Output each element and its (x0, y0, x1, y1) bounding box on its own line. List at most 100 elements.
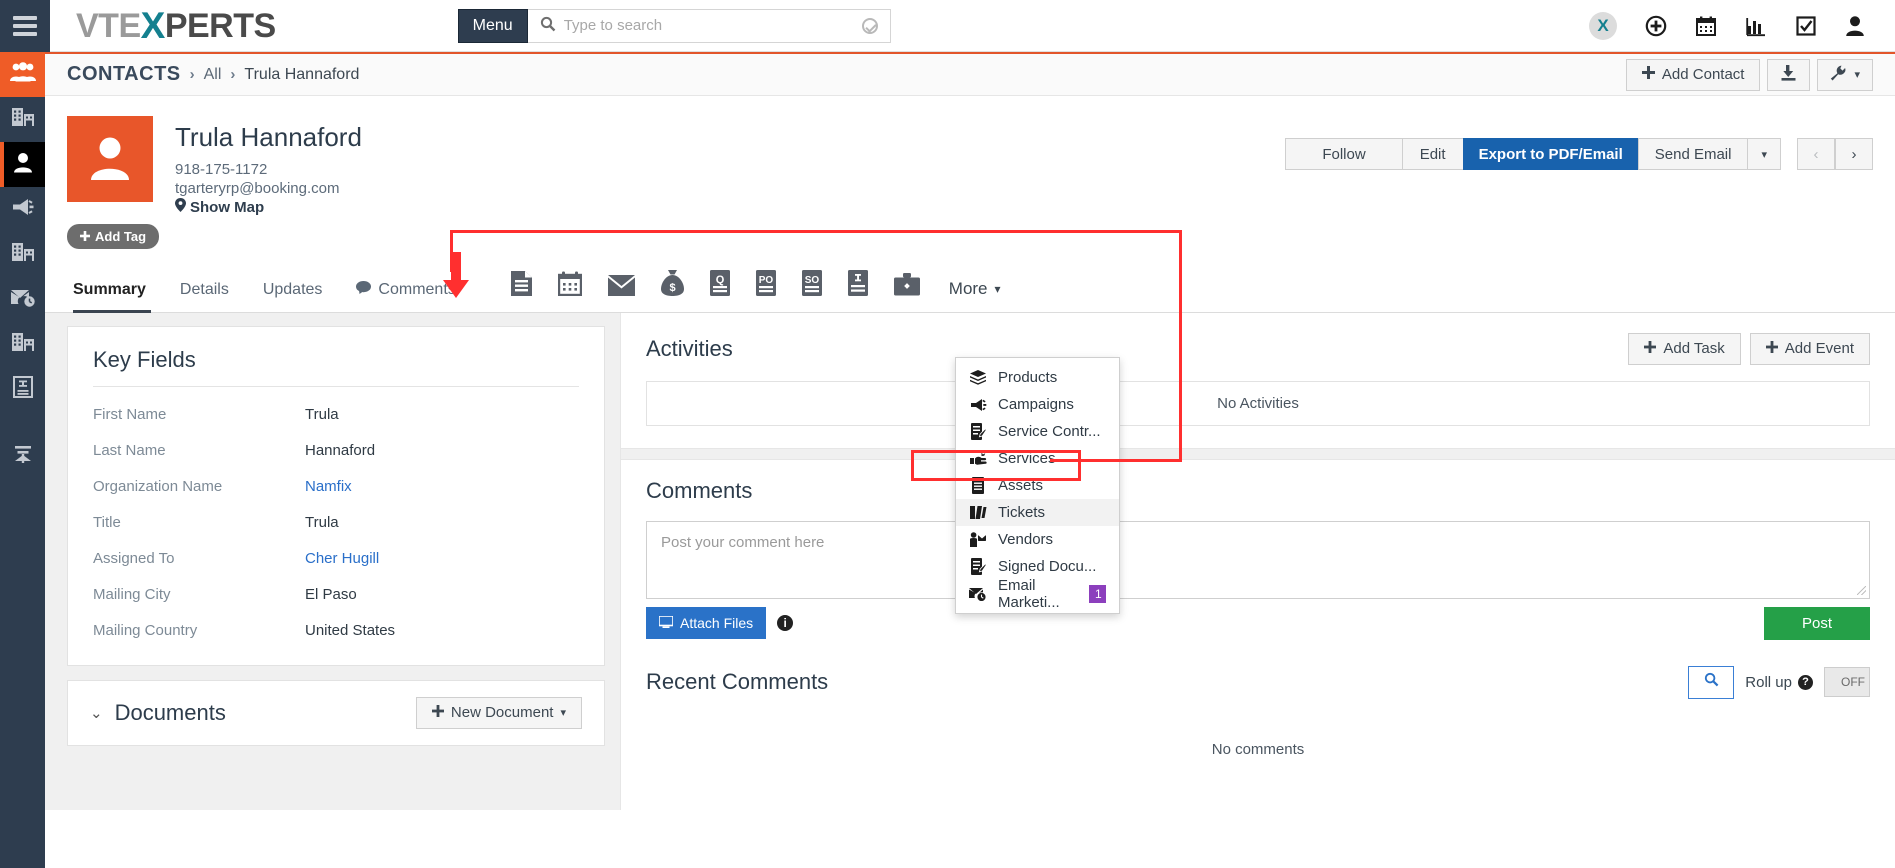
add-task-button[interactable]: Add Task (1628, 332, 1741, 365)
add-event-button[interactable]: Add Event (1749, 332, 1870, 365)
attach-files-button[interactable]: Attach Files (646, 607, 767, 640)
key-fields-title: Key Fields (93, 347, 579, 387)
next-record-button[interactable]: › (1835, 138, 1873, 170)
x-logo-badge-icon[interactable]: X (1589, 11, 1617, 40)
tab-sales-orders-icon-button[interactable]: SO (789, 269, 835, 312)
brand-logo[interactable]: VTE X PERTS (76, 7, 276, 44)
tab-calendar-icon-button[interactable] (545, 271, 595, 312)
follow-button[interactable]: Follow (1285, 138, 1402, 170)
add-tag-button[interactable]: Add Tag (67, 223, 160, 249)
chevron-down-icon: ⌄ (90, 704, 103, 722)
invoice-i-icon (847, 269, 868, 301)
sidebar-item-organizations[interactable] (0, 97, 45, 142)
rollup-label: Roll up (1745, 673, 1792, 691)
menu-item-services[interactable]: Services (956, 445, 1119, 472)
contact-header: Trula Hannaford 918-175-1172 tgarteryrp@… (45, 96, 1895, 218)
breadcrumb-current: Trula Hannaford (244, 65, 360, 83)
rollup-toggle[interactable]: OFF (1824, 667, 1870, 698)
key-field-label: Organization Name (93, 477, 223, 495)
search-clear-icon[interactable] (861, 17, 878, 34)
menu-item-email-marketing[interactable]: Email Marketi... 1 (956, 577, 1119, 611)
import-button[interactable] (1767, 58, 1811, 91)
asset-server-icon (969, 477, 987, 494)
breadcrumb-module[interactable]: CONTACTS (67, 63, 181, 86)
menu-item-assets[interactable]: Assets (956, 472, 1119, 499)
email-clock-icon (10, 287, 36, 312)
tab-email-icon-button[interactable] (595, 274, 648, 312)
wrench-icon (1830, 65, 1847, 85)
menu-item-label: Products (998, 369, 1058, 386)
tab-quotes-icon-button[interactable]: Q (697, 269, 743, 312)
sidebar-item-campaigns[interactable] (0, 187, 45, 232)
show-map-link[interactable]: Show Map (175, 198, 362, 217)
export-pdf-email-button[interactable]: Export to PDF/Email (1462, 138, 1638, 170)
documents-header[interactable]: ⌄ Documents (90, 700, 226, 726)
tab-more-dropdown[interactable]: More ▾ (933, 279, 1009, 312)
plus-circle-icon[interactable] (1645, 15, 1667, 37)
tab-updates[interactable]: Updates (246, 281, 340, 312)
tab-details[interactable]: Details (163, 281, 246, 312)
menu-item-service-contracts[interactable]: Service Contr... (956, 418, 1119, 445)
add-event-label: Add Event (1784, 340, 1854, 358)
settings-dropdown-button[interactable]: ▾ (1817, 58, 1873, 91)
add-contact-label: Add Contact (1661, 66, 1745, 83)
add-contact-button[interactable]: Add Contact (1625, 58, 1761, 91)
previous-record-button[interactable]: ‹ (1797, 138, 1835, 170)
send-email-button[interactable]: Send Email (1637, 138, 1748, 170)
tab-summary[interactable]: Summary (67, 281, 163, 313)
sidebar-item-organizations-2[interactable] (0, 232, 45, 277)
checklist-icon[interactable] (1795, 15, 1817, 37)
sidebar-item-filter[interactable] (0, 434, 45, 479)
more-actions-caret-icon[interactable]: ▾ (1747, 138, 1781, 170)
activities-title: Activities (646, 335, 733, 361)
main-content: CONTACTS › All › Trula Hannaford Add Con… (45, 52, 1895, 868)
search-icon (540, 16, 556, 36)
new-document-button[interactable]: New Document ▾ (415, 696, 582, 729)
sidebar-item-invoices[interactable] (0, 367, 45, 412)
info-icon[interactable]: i (777, 615, 794, 632)
tab-projects-icon-button[interactable] (881, 272, 933, 312)
rollup-label-wrap: Roll up ? (1745, 674, 1813, 691)
sidebar-item-email-scheduled[interactable] (0, 277, 45, 322)
contact-email[interactable]: tgarteryrp@booking.com (175, 179, 362, 198)
tab-comments[interactable]: Comments (339, 280, 472, 312)
briefcase-project-icon (893, 272, 920, 301)
sidebar-item-leads[interactable] (0, 52, 45, 97)
tab-opportunities-icon-button[interactable]: $ (648, 269, 697, 312)
key-field-value: Hannaford (305, 441, 376, 459)
show-map-label: Show Map (190, 199, 265, 217)
menu-item-label: Services (998, 450, 1056, 467)
breadcrumb-separator: › (189, 66, 195, 83)
key-field-label: Mailing Country (93, 621, 198, 639)
key-field-value-link[interactable]: Namfix (305, 478, 352, 495)
tab-invoices-icon-button[interactable] (835, 269, 881, 312)
search-input[interactable] (563, 17, 862, 34)
breadcrumb-view[interactable]: All (204, 66, 222, 84)
sidebar-item-organizations-3[interactable] (0, 322, 45, 367)
menu-item-label: Campaigns (998, 396, 1074, 413)
comment-input[interactable]: Post your comment here (646, 520, 1870, 599)
menu-item-tickets[interactable]: Tickets (956, 499, 1119, 526)
hamburger-menu-button[interactable] (0, 0, 50, 52)
menu-item-vendors[interactable]: Vendors (956, 526, 1119, 553)
contact-phone[interactable]: 918-175-1172 (175, 160, 362, 179)
key-field-value-link[interactable]: Cher Hugill (305, 550, 379, 567)
menu-item-products[interactable]: Products (956, 364, 1119, 391)
help-icon[interactable]: ? (1798, 674, 1813, 690)
search-comments-button[interactable] (1688, 665, 1735, 699)
key-field-row: Mailing City El Paso (93, 586, 579, 603)
menu-button[interactable]: Menu (457, 8, 528, 43)
resize-handle[interactable] (1857, 585, 1866, 595)
edit-button[interactable]: Edit (1401, 138, 1463, 170)
tab-documents-icon-button[interactable] (498, 270, 545, 312)
global-search[interactable] (527, 8, 891, 43)
calendar-icon[interactable] (1695, 15, 1717, 37)
calendar-icon (557, 271, 582, 301)
post-comment-button[interactable]: Post (1763, 606, 1870, 640)
svg-text:Q: Q (716, 274, 725, 286)
menu-item-campaigns[interactable]: Campaigns (956, 391, 1119, 418)
sidebar-item-contacts[interactable] (0, 142, 45, 187)
analytics-chart-icon[interactable] (1745, 15, 1767, 37)
user-icon[interactable] (1845, 15, 1865, 37)
tab-purchase-orders-icon-button[interactable]: PO (743, 269, 789, 312)
